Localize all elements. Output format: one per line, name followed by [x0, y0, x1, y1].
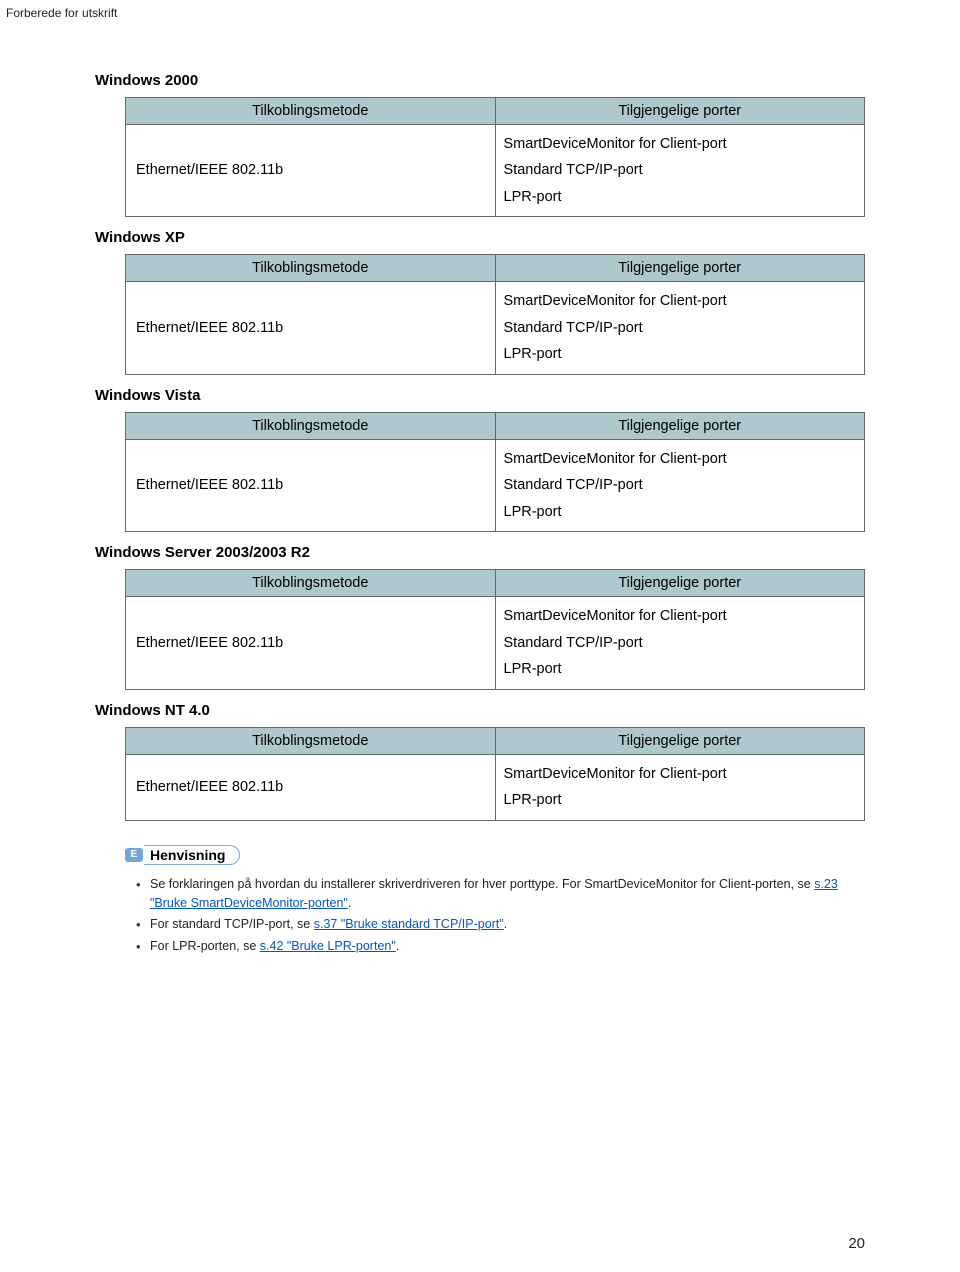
port-item: LPR-port: [504, 341, 857, 367]
port-item: SmartDeviceMonitor for Client-port: [504, 446, 857, 472]
table-winvista: Tilkoblingsmetode Tilgjengelige porter E…: [125, 412, 865, 532]
port-item: SmartDeviceMonitor for Client-port: [504, 761, 857, 787]
ref-link-lpr[interactable]: s.42 "Bruke LPR-porten": [260, 939, 396, 953]
reference-label: Henvisning: [144, 845, 240, 865]
section-title-winserver: Windows Server 2003/2003 R2: [95, 544, 865, 561]
col-method: Tilkoblingsmetode: [126, 727, 496, 754]
cell-ports: SmartDeviceMonitor for Client-port LPR-p…: [495, 754, 865, 820]
port-item: SmartDeviceMonitor for Client-port: [504, 131, 857, 157]
table-row: Ethernet/IEEE 802.11b SmartDeviceMonitor…: [126, 439, 865, 531]
col-ports: Tilgjengelige porter: [495, 570, 865, 597]
table-header-row: Tilkoblingsmetode Tilgjengelige porter: [126, 98, 865, 125]
port-item: Standard TCP/IP-port: [504, 472, 857, 498]
port-item: LPR-port: [504, 499, 857, 525]
ref-text: For LPR-porten, se: [150, 939, 260, 953]
port-item: LPR-port: [504, 787, 857, 813]
section-title-win2000: Windows 2000: [95, 72, 865, 89]
port-item: SmartDeviceMonitor for Client-port: [504, 603, 857, 629]
table-header-row: Tilkoblingsmetode Tilgjengelige porter: [126, 255, 865, 282]
cell-method: Ethernet/IEEE 802.11b: [126, 597, 496, 689]
table-header-row: Tilkoblingsmetode Tilgjengelige porter: [126, 412, 865, 439]
cell-method: Ethernet/IEEE 802.11b: [126, 439, 496, 531]
ref-text: .: [348, 896, 351, 910]
port-item: LPR-port: [504, 656, 857, 682]
cell-ports: SmartDeviceMonitor for Client-port Stand…: [495, 439, 865, 531]
col-ports: Tilgjengelige porter: [495, 98, 865, 125]
page-header-label: Forberede for utskrift: [6, 6, 117, 20]
port-item: LPR-port: [504, 184, 857, 210]
port-item: SmartDeviceMonitor for Client-port: [504, 288, 857, 314]
port-item: Standard TCP/IP-port: [504, 315, 857, 341]
ref-text: .: [396, 939, 399, 953]
cell-ports: SmartDeviceMonitor for Client-port Stand…: [495, 282, 865, 374]
ref-link-tcpip[interactable]: s.37 "Bruke standard TCP/IP-port": [314, 917, 504, 931]
table-winxp: Tilkoblingsmetode Tilgjengelige porter E…: [125, 254, 865, 374]
reference-header: E Henvisning: [125, 845, 240, 865]
page-number: 20: [848, 1235, 865, 1252]
ref-text: Se forklaringen på hvordan du installere…: [150, 877, 814, 891]
col-ports: Tilgjengelige porter: [495, 255, 865, 282]
page-content: Windows 2000 Tilkoblingsmetode Tilgjenge…: [0, 0, 960, 956]
table-row: Ethernet/IEEE 802.11b SmartDeviceMonitor…: [126, 597, 865, 689]
section-title-winxp: Windows XP: [95, 229, 865, 246]
table-header-row: Tilkoblingsmetode Tilgjengelige porter: [126, 727, 865, 754]
reference-list: Se forklaringen på hvordan du installere…: [95, 875, 865, 957]
reference-icon: E: [125, 848, 143, 862]
col-ports: Tilgjengelige porter: [495, 412, 865, 439]
cell-ports: SmartDeviceMonitor for Client-port Stand…: [495, 125, 865, 217]
port-item: Standard TCP/IP-port: [504, 630, 857, 656]
section-title-winnt: Windows NT 4.0: [95, 702, 865, 719]
list-item: For LPR-porten, se s.42 "Bruke LPR-porte…: [150, 937, 865, 956]
cell-method: Ethernet/IEEE 802.11b: [126, 754, 496, 820]
table-winnt: Tilkoblingsmetode Tilgjengelige porter E…: [125, 727, 865, 821]
cell-ports: SmartDeviceMonitor for Client-port Stand…: [495, 597, 865, 689]
col-method: Tilkoblingsmetode: [126, 570, 496, 597]
list-item: Se forklaringen på hvordan du installere…: [150, 875, 865, 914]
col-ports: Tilgjengelige porter: [495, 727, 865, 754]
col-method: Tilkoblingsmetode: [126, 412, 496, 439]
list-item: For standard TCP/IP-port, se s.37 "Bruke…: [150, 915, 865, 934]
ref-text: For standard TCP/IP-port, se: [150, 917, 314, 931]
port-item: Standard TCP/IP-port: [504, 157, 857, 183]
table-row: Ethernet/IEEE 802.11b SmartDeviceMonitor…: [126, 125, 865, 217]
col-method: Tilkoblingsmetode: [126, 255, 496, 282]
table-row: Ethernet/IEEE 802.11b SmartDeviceMonitor…: [126, 282, 865, 374]
table-row: Ethernet/IEEE 802.11b SmartDeviceMonitor…: [126, 754, 865, 820]
cell-method: Ethernet/IEEE 802.11b: [126, 125, 496, 217]
table-win2000: Tilkoblingsmetode Tilgjengelige porter E…: [125, 97, 865, 217]
section-title-winvista: Windows Vista: [95, 387, 865, 404]
col-method: Tilkoblingsmetode: [126, 98, 496, 125]
table-header-row: Tilkoblingsmetode Tilgjengelige porter: [126, 570, 865, 597]
ref-text: .: [504, 917, 507, 931]
table-winserver: Tilkoblingsmetode Tilgjengelige porter E…: [125, 569, 865, 689]
cell-method: Ethernet/IEEE 802.11b: [126, 282, 496, 374]
